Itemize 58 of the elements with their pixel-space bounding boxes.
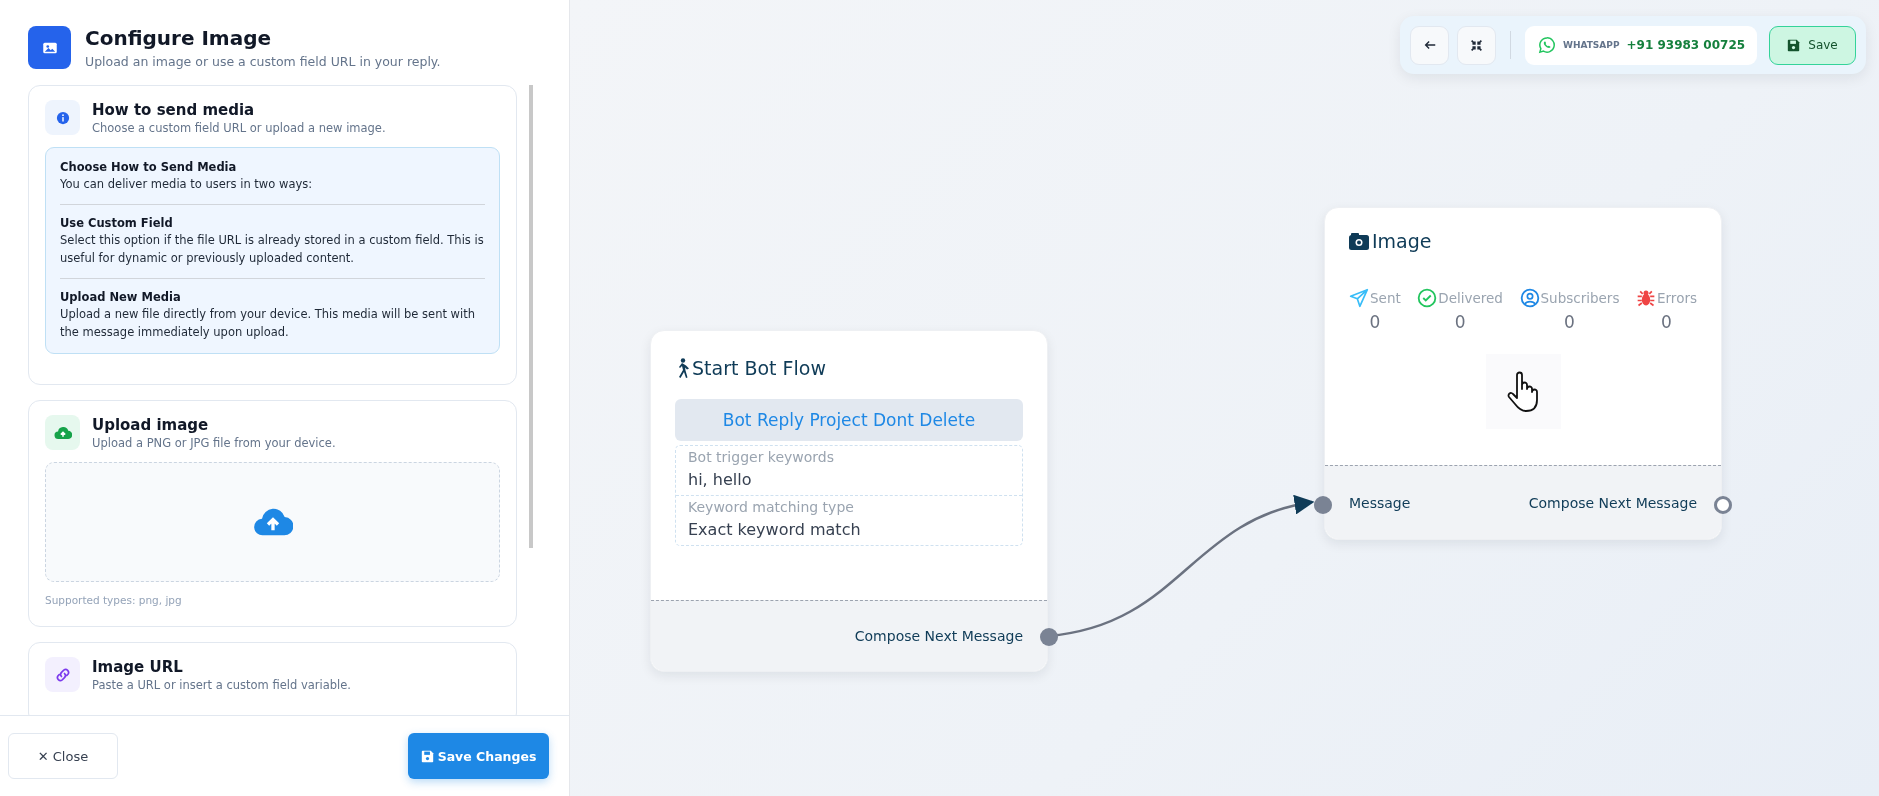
node-title: Image: [1372, 230, 1432, 252]
phone-number: +91 93983 00725: [1626, 38, 1746, 52]
save-button[interactable]: Save: [1769, 25, 1856, 65]
user-circle-icon: [1519, 288, 1540, 308]
stat-label: Subscribers: [1540, 290, 1620, 306]
stat-label: Delivered: [1438, 290, 1503, 306]
cloud-upload-icon: [45, 415, 80, 450]
info-text: Select this option if the file URL is already stored in a custom field. This is useful for dynamic or previously uploaded content.: [60, 232, 485, 267]
paper-plane-icon: [1349, 288, 1369, 308]
input-port[interactable]: [1314, 496, 1332, 514]
check-circle-icon: [1417, 288, 1438, 308]
camera-icon: [1349, 232, 1369, 250]
whatsapp-icon: [1538, 36, 1556, 54]
stat-label: Errors: [1657, 290, 1697, 306]
section-title: Upload image: [92, 415, 210, 434]
output-label: Compose Next Message: [1528, 494, 1697, 511]
info-icon: [45, 100, 80, 135]
section-subtitle: Paste a URL or insert a custom field variable.: [92, 677, 351, 692]
section-title: How to send media: [92, 100, 256, 119]
cloud-upload-icon: [252, 507, 293, 537]
collapse-button[interactable]: [1457, 25, 1496, 65]
bug-icon: [1636, 288, 1657, 308]
stat-label: Sent: [1370, 290, 1401, 306]
stat-value: 0: [1369, 312, 1381, 332]
supported-types-note: Supported types: png, jpg: [45, 594, 183, 606]
save-changes-button[interactable]: Save Changes: [408, 733, 549, 779]
channel-label: WHATSAPP: [1563, 40, 1620, 50]
section-subtitle: Upload a PNG or JPG file from your device.: [92, 435, 336, 450]
section-title: Image URL: [92, 657, 184, 676]
stat-value: 0: [1564, 312, 1575, 332]
field-value: Exact keyword match: [688, 520, 862, 539]
image-node[interactable]: Image Sent 0 Delivered 0 Subscribers 0 Errors 0 Message Compose Next Message: [1324, 207, 1722, 540]
link-icon: [45, 657, 80, 692]
field-label: Bot trigger keywords: [688, 449, 836, 465]
output-port[interactable]: [1714, 496, 1732, 514]
panel-title: Configure Image: [85, 26, 273, 50]
info-heading: Upload New Media: [60, 290, 182, 304]
arrow-left-icon: [1422, 38, 1437, 52]
field-label: Keyword matching type: [688, 499, 855, 515]
info-text: You can deliver media to users in two ways:: [60, 176, 314, 193]
output-label: Compose Next Message: [854, 628, 1023, 644]
field-value: hi, hello: [688, 470, 753, 489]
compress-icon: [1470, 38, 1483, 52]
flow-name: Bot Reply Project Dont Delete: [675, 399, 1023, 441]
hand-pointer-icon: [1506, 370, 1540, 413]
start-node[interactable]: Start Bot Flow Bot Reply Project Dont Delete Bot trigger keywords hi, hello Keyword matching type Exact keyword match Compose Next Message: [650, 330, 1048, 672]
stat-value: 0: [1661, 312, 1672, 332]
info-heading: Use Custom Field: [60, 216, 174, 230]
stat-value: 0: [1454, 312, 1466, 332]
close-button[interactable]: ✕ Close: [8, 733, 118, 779]
section-subtitle: Choose a custom field URL or upload a new image.: [92, 120, 386, 135]
node-title: Start Bot Flow: [692, 357, 826, 379]
output-port[interactable]: [1040, 628, 1058, 646]
panel-subtitle: Upload an image or use a custom field URL in your reply.: [85, 54, 441, 69]
input-label: Message: [1349, 494, 1411, 511]
info-heading: Choose How to Send Media: [60, 160, 238, 174]
info-text: Upload a new file directly from your device. This media will be sent with the message immediately upon upload.: [60, 306, 477, 341]
image-icon: [28, 26, 71, 69]
